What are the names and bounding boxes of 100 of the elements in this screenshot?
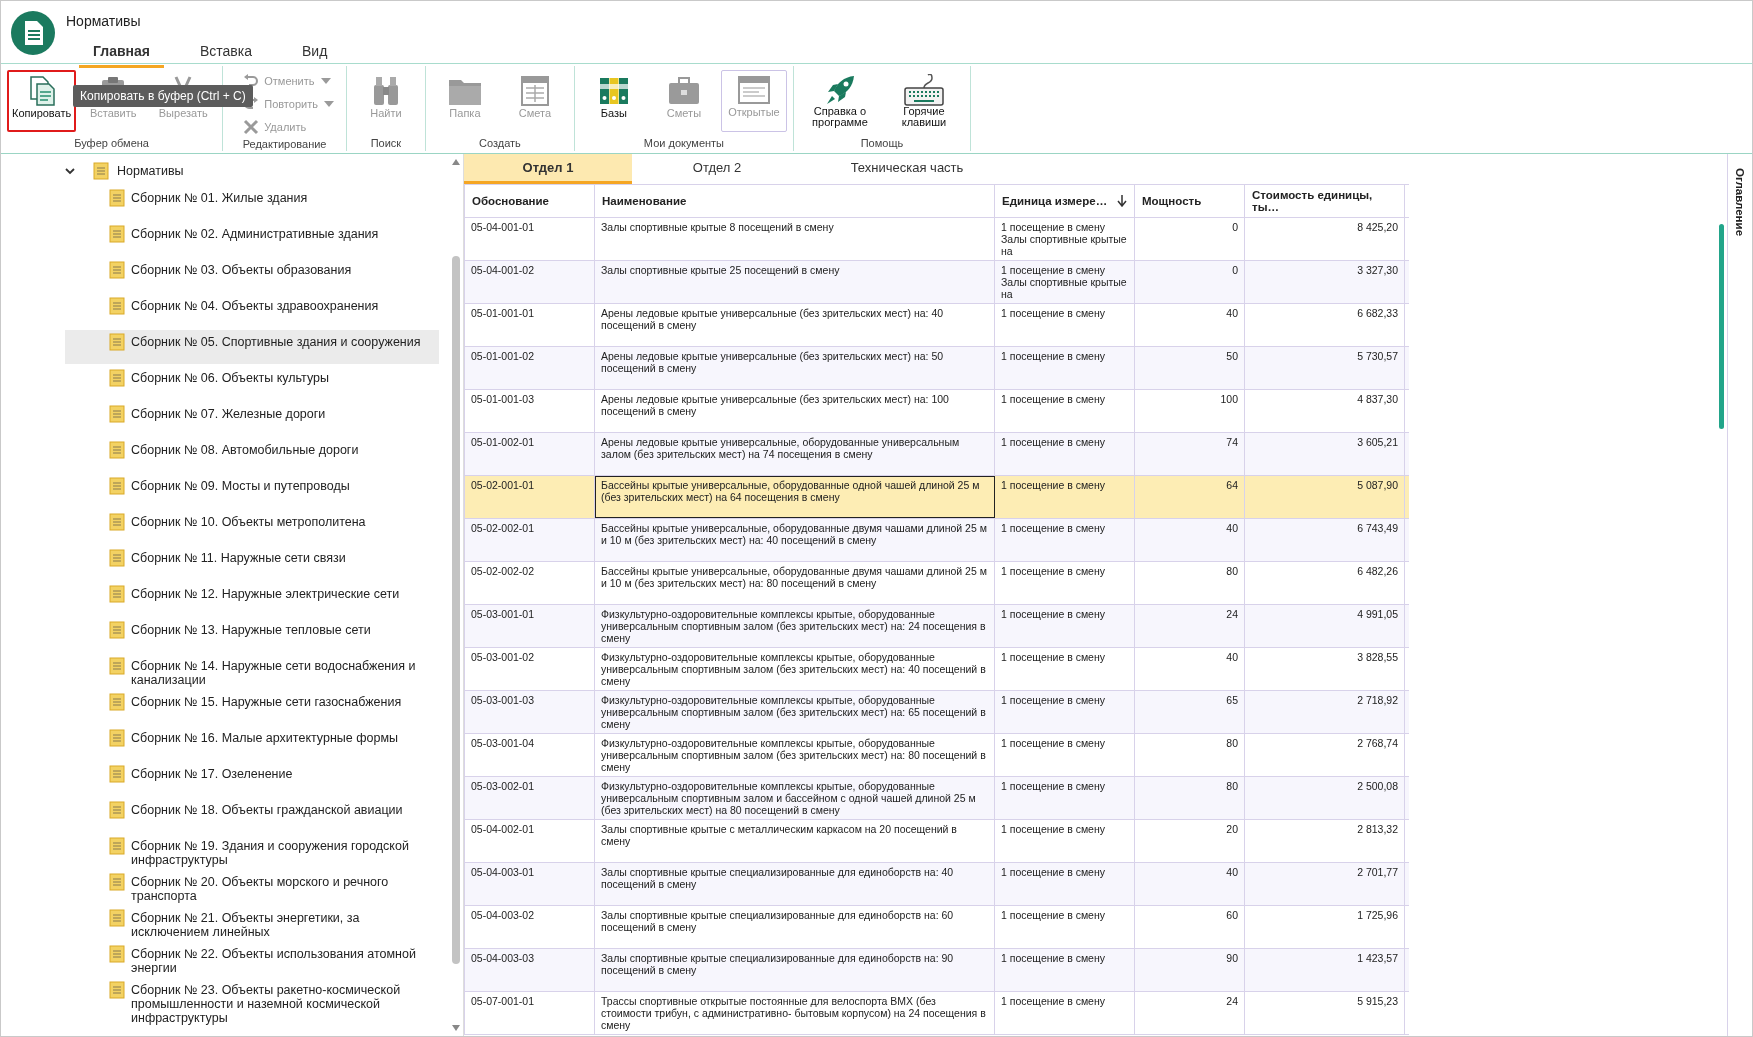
table-cell: Залы спортивные крытые 25 посещений в смену	[595, 261, 995, 303]
tree-item[interactable]: Сборник № 04. Объекты здравоохранения	[65, 294, 439, 328]
tree-item[interactable]: Сборник № 01. Жилые здания	[65, 186, 439, 220]
table-cell: 2 768,74	[1245, 734, 1405, 776]
document-tab[interactable]: Техническая часть	[802, 154, 1012, 184]
table-cell: 0	[1135, 218, 1245, 260]
tree-item[interactable]: Сборник № 20. Объекты морского и речного транспорта	[65, 870, 439, 904]
column-header[interactable]: Наименование	[595, 185, 995, 217]
book-icon	[109, 945, 125, 963]
group-label: Помощь	[859, 137, 905, 149]
book-icon	[109, 693, 125, 711]
copy-icon	[27, 75, 56, 107]
document-tab[interactable]: Отдел 1	[464, 154, 632, 184]
table-cell: Физкультурно-оздоровительные комплексы крытые, оборудованные универсальным спортивным залом (без зрительских мест) на: 65 посещений в смену	[595, 691, 995, 733]
table-cell: 05-02-002-01	[465, 519, 595, 561]
table-cell: 65	[1135, 691, 1245, 733]
tree-item[interactable]: Сборник № 15. Наружные сети газоснабжения	[65, 690, 439, 724]
tree-item[interactable]: Сборник № 08. Автомобильные дороги	[65, 438, 439, 472]
table-cell: 1 посещение в смену	[995, 906, 1135, 948]
table-cell: 1 посещение в смену Залы спортивные крытые на	[995, 218, 1135, 260]
tree-item[interactable]: Сборник № 07. Железные дороги	[65, 402, 439, 436]
table-cell: 2 701,77	[1245, 863, 1405, 905]
tree-item[interactable]: Сборник № 22. Объекты использования атомной энергии	[65, 942, 439, 976]
book-icon	[109, 729, 125, 747]
table-cell: 20	[1135, 820, 1245, 862]
column-header[interactable]: Мощность	[1135, 185, 1245, 217]
ribbon-tab[interactable]: Главная	[79, 39, 164, 68]
book-icon	[109, 441, 125, 459]
table-cell: 40	[1135, 304, 1245, 346]
table-cell: 5 915,23	[1245, 992, 1405, 1034]
table-cell: Залы спортивные крытые с металлическим каркасом на 20 посещений в смену	[595, 820, 995, 862]
tree-item[interactable]: Сборник № 16. Малые архитектурные формы	[65, 726, 439, 760]
tree-item[interactable]: Сборник № 23. Объекты ракетно-космической промышленности и наземной космической инфраструктуры	[65, 978, 439, 1025]
table-cell: 1 посещение в смену	[995, 347, 1135, 389]
toolbar-button[interactable]: Базы	[580, 70, 647, 132]
sort-arrow-icon[interactable]	[1117, 195, 1127, 207]
column-header[interactable]: Обоснование	[465, 185, 595, 217]
tree-item[interactable]: Сборник № 10. Объекты метрополитена	[65, 510, 439, 544]
group-label: Редактирование	[241, 138, 328, 150]
toolbar-button[interactable]: Копировать	[7, 70, 77, 132]
tree-item[interactable]: Сборник № 21. Объекты энергетики, за исключением линейных	[65, 906, 439, 940]
tree-item[interactable]: Сборник № 02. Административные здания	[65, 222, 439, 256]
tree-item[interactable]: Сборник № 09. Мосты и путепроводы	[65, 474, 439, 508]
briefcase-icon	[667, 76, 700, 106]
toolbar-button[interactable]: Горячие клавиши	[883, 70, 964, 132]
group-label: Создать	[478, 137, 522, 149]
table-cell: 60	[1135, 906, 1245, 948]
document-tab[interactable]: Отдел 2	[632, 154, 802, 184]
arrow-up-icon[interactable]	[451, 158, 461, 166]
book-icon	[109, 333, 125, 351]
tree-item[interactable]: Сборник № 03. Объекты образования	[65, 258, 439, 292]
book-icon	[109, 513, 125, 531]
book-icon	[109, 837, 125, 855]
column-header[interactable]: Стоимость единицы, ты…	[1245, 185, 1405, 217]
toolbar-button[interactable]: Справка о программе	[799, 70, 880, 132]
table-cell: 6 743,49	[1245, 519, 1405, 561]
tree-item[interactable]: Сборник № 12. Наружные электрические сети	[65, 582, 439, 616]
arrow-down-icon[interactable]	[451, 1024, 461, 1032]
tree-item[interactable]: Сборник № 19. Здания и сооружения городской инфраструктуры	[65, 834, 439, 868]
table-cell: 50	[1135, 347, 1245, 389]
table-cell: 3 605,21	[1245, 433, 1405, 475]
book-icon	[109, 657, 125, 675]
table-cell: 05-01-001-02	[465, 347, 595, 389]
table-cell: 1 посещение в смену	[995, 734, 1135, 776]
tree-item[interactable]: Сборник № 06. Объекты культуры	[65, 366, 439, 400]
table-cell: 05-04-002-01	[465, 820, 595, 862]
column-header[interactable]: Единица измере…	[995, 185, 1135, 217]
table-cell: 05-01-001-01	[465, 304, 595, 346]
tree-item[interactable]: Сборник № 05. Спортивные здания и сооружения	[65, 330, 439, 364]
tree-item[interactable]: Сборник № 13. Наружные тепловые сети	[65, 618, 439, 652]
table-cell: 90	[1135, 949, 1245, 991]
tree-item[interactable]: Сборник № 17. Озеленение	[65, 762, 439, 796]
table-cell: Бассейны крытые универсальные, оборудованные одной чашей длиной 25 м (без зрительских мест) на 64 посещения в смену	[595, 476, 995, 518]
window-title: Нормативы	[66, 13, 142, 29]
table-cell: 1 посещение в смену	[995, 390, 1135, 432]
table-cell: 1 посещение в смену	[995, 519, 1135, 561]
delete-icon	[243, 119, 260, 135]
table-cell: 05-03-002-01	[465, 777, 595, 819]
book-icon	[109, 621, 125, 639]
keyboard-icon	[903, 74, 944, 106]
table-cell: 6 482,26	[1245, 562, 1405, 604]
book-icon	[109, 981, 125, 999]
ribbon-tab[interactable]: Вставка	[185, 39, 266, 68]
table-cell: Залы спортивные крытые специализированные для единоборств на: 40 посещений в смену	[595, 863, 995, 905]
tree-item[interactable]: Сборник № 14. Наружные сети водоснабжения и канализации	[65, 654, 439, 688]
table-cell: 1 725,96	[1245, 906, 1405, 948]
book-icon	[109, 549, 125, 567]
tree-item[interactable]: Сборник № 18. Объекты гражданской авиации	[65, 798, 439, 832]
table-cell: 80	[1135, 562, 1245, 604]
spreadsheet-icon	[519, 75, 550, 107]
tree-item[interactable]: Сборник № 11. Наружные сети связи	[65, 546, 439, 580]
table-cell: 74	[1135, 433, 1245, 475]
ribbon-tab[interactable]: Вид	[288, 39, 342, 68]
tree-item[interactable]: Нормативы	[117, 164, 184, 178]
table-cell: 1 посещение в смену	[995, 863, 1135, 905]
book-icon	[109, 369, 125, 387]
table-cell: 05-02-002-02	[465, 562, 595, 604]
side-panel-tab[interactable]: Оглавление	[1734, 168, 1746, 237]
table-cell: 1 посещение в смену	[995, 304, 1135, 346]
chevron-icon[interactable]	[65, 167, 75, 175]
